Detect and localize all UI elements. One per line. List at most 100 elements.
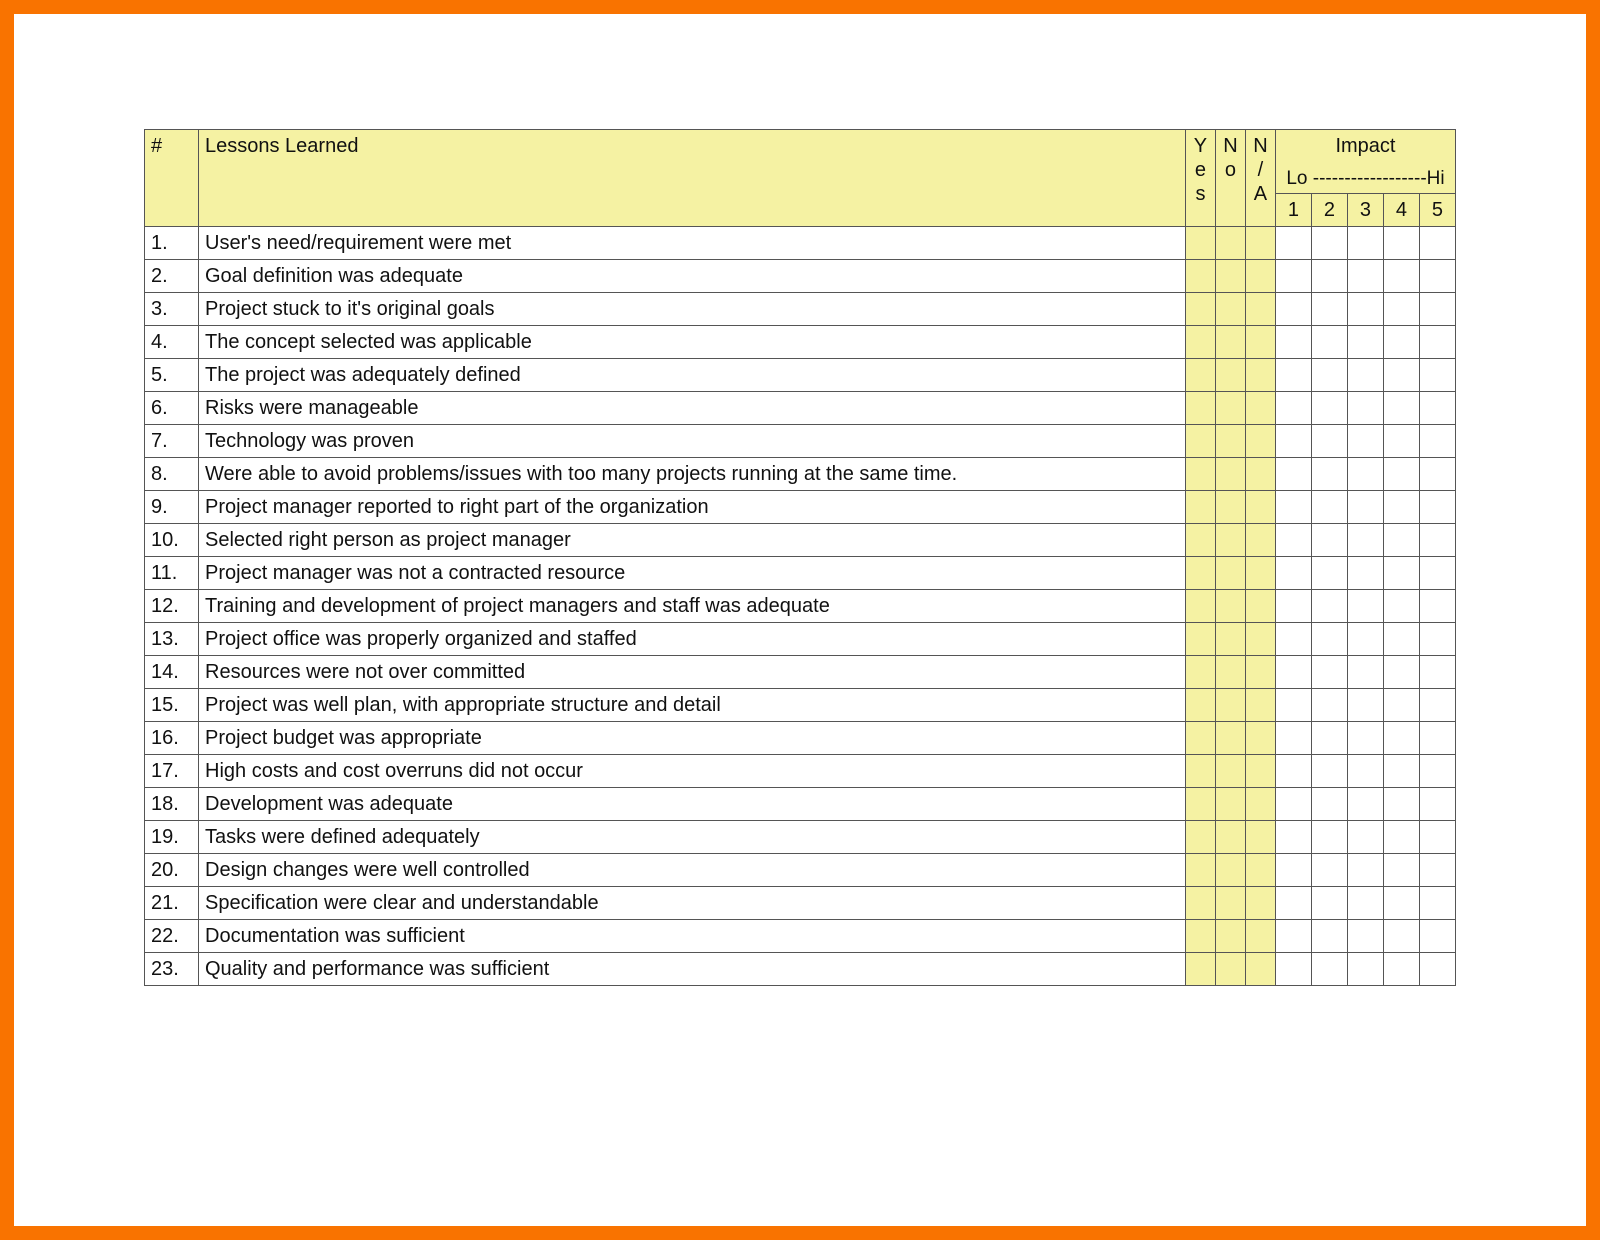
- cell-impact-2[interactable]: [1311, 853, 1347, 886]
- cell-yes[interactable]: [1185, 886, 1215, 919]
- cell-na[interactable]: [1245, 457, 1275, 490]
- cell-impact-1[interactable]: [1275, 787, 1311, 820]
- cell-impact-4[interactable]: [1383, 259, 1419, 292]
- cell-yes[interactable]: [1185, 292, 1215, 325]
- cell-impact-3[interactable]: [1347, 589, 1383, 622]
- cell-yes[interactable]: [1185, 259, 1215, 292]
- cell-impact-2[interactable]: [1311, 622, 1347, 655]
- cell-impact-3[interactable]: [1347, 325, 1383, 358]
- cell-no[interactable]: [1215, 358, 1245, 391]
- cell-impact-5[interactable]: [1419, 886, 1455, 919]
- cell-impact-3[interactable]: [1347, 886, 1383, 919]
- cell-na[interactable]: [1245, 556, 1275, 589]
- cell-yes[interactable]: [1185, 358, 1215, 391]
- cell-no[interactable]: [1215, 556, 1245, 589]
- cell-impact-3[interactable]: [1347, 688, 1383, 721]
- cell-impact-1[interactable]: [1275, 754, 1311, 787]
- cell-na[interactable]: [1245, 325, 1275, 358]
- cell-impact-4[interactable]: [1383, 919, 1419, 952]
- cell-na[interactable]: [1245, 886, 1275, 919]
- cell-impact-4[interactable]: [1383, 523, 1419, 556]
- cell-no[interactable]: [1215, 325, 1245, 358]
- cell-impact-5[interactable]: [1419, 688, 1455, 721]
- cell-impact-2[interactable]: [1311, 556, 1347, 589]
- cell-impact-5[interactable]: [1419, 721, 1455, 754]
- cell-impact-1[interactable]: [1275, 523, 1311, 556]
- cell-impact-4[interactable]: [1383, 622, 1419, 655]
- cell-impact-1[interactable]: [1275, 457, 1311, 490]
- cell-impact-1[interactable]: [1275, 424, 1311, 457]
- cell-impact-4[interactable]: [1383, 490, 1419, 523]
- cell-yes[interactable]: [1185, 754, 1215, 787]
- cell-impact-5[interactable]: [1419, 622, 1455, 655]
- cell-yes[interactable]: [1185, 457, 1215, 490]
- cell-no[interactable]: [1215, 655, 1245, 688]
- cell-impact-4[interactable]: [1383, 589, 1419, 622]
- cell-impact-5[interactable]: [1419, 820, 1455, 853]
- cell-impact-2[interactable]: [1311, 952, 1347, 985]
- cell-impact-3[interactable]: [1347, 556, 1383, 589]
- cell-na[interactable]: [1245, 622, 1275, 655]
- cell-impact-1[interactable]: [1275, 259, 1311, 292]
- cell-impact-5[interactable]: [1419, 787, 1455, 820]
- cell-impact-3[interactable]: [1347, 622, 1383, 655]
- cell-impact-5[interactable]: [1419, 424, 1455, 457]
- cell-impact-3[interactable]: [1347, 952, 1383, 985]
- cell-no[interactable]: [1215, 589, 1245, 622]
- cell-impact-1[interactable]: [1275, 853, 1311, 886]
- cell-no[interactable]: [1215, 919, 1245, 952]
- cell-na[interactable]: [1245, 688, 1275, 721]
- cell-yes[interactable]: [1185, 556, 1215, 589]
- cell-impact-5[interactable]: [1419, 655, 1455, 688]
- cell-no[interactable]: [1215, 952, 1245, 985]
- cell-impact-1[interactable]: [1275, 721, 1311, 754]
- cell-impact-1[interactable]: [1275, 292, 1311, 325]
- cell-impact-3[interactable]: [1347, 853, 1383, 886]
- cell-impact-2[interactable]: [1311, 391, 1347, 424]
- cell-impact-4[interactable]: [1383, 358, 1419, 391]
- cell-impact-5[interactable]: [1419, 292, 1455, 325]
- cell-no[interactable]: [1215, 787, 1245, 820]
- cell-impact-5[interactable]: [1419, 490, 1455, 523]
- cell-no[interactable]: [1215, 292, 1245, 325]
- cell-impact-4[interactable]: [1383, 556, 1419, 589]
- cell-no[interactable]: [1215, 721, 1245, 754]
- cell-impact-3[interactable]: [1347, 292, 1383, 325]
- cell-na[interactable]: [1245, 721, 1275, 754]
- cell-yes[interactable]: [1185, 226, 1215, 259]
- cell-na[interactable]: [1245, 952, 1275, 985]
- cell-impact-2[interactable]: [1311, 292, 1347, 325]
- cell-no[interactable]: [1215, 688, 1245, 721]
- cell-impact-5[interactable]: [1419, 325, 1455, 358]
- cell-na[interactable]: [1245, 754, 1275, 787]
- cell-na[interactable]: [1245, 292, 1275, 325]
- cell-impact-2[interactable]: [1311, 523, 1347, 556]
- cell-impact-3[interactable]: [1347, 754, 1383, 787]
- cell-impact-1[interactable]: [1275, 919, 1311, 952]
- cell-yes[interactable]: [1185, 391, 1215, 424]
- cell-impact-4[interactable]: [1383, 226, 1419, 259]
- cell-impact-4[interactable]: [1383, 292, 1419, 325]
- cell-impact-5[interactable]: [1419, 556, 1455, 589]
- cell-no[interactable]: [1215, 424, 1245, 457]
- cell-impact-2[interactable]: [1311, 655, 1347, 688]
- cell-impact-3[interactable]: [1347, 919, 1383, 952]
- cell-impact-2[interactable]: [1311, 259, 1347, 292]
- cell-no[interactable]: [1215, 622, 1245, 655]
- cell-impact-4[interactable]: [1383, 952, 1419, 985]
- cell-yes[interactable]: [1185, 787, 1215, 820]
- cell-impact-4[interactable]: [1383, 391, 1419, 424]
- cell-impact-1[interactable]: [1275, 589, 1311, 622]
- cell-no[interactable]: [1215, 523, 1245, 556]
- cell-impact-3[interactable]: [1347, 424, 1383, 457]
- cell-impact-2[interactable]: [1311, 424, 1347, 457]
- cell-impact-5[interactable]: [1419, 952, 1455, 985]
- cell-na[interactable]: [1245, 391, 1275, 424]
- cell-na[interactable]: [1245, 919, 1275, 952]
- cell-impact-3[interactable]: [1347, 457, 1383, 490]
- cell-impact-1[interactable]: [1275, 622, 1311, 655]
- cell-impact-1[interactable]: [1275, 688, 1311, 721]
- cell-impact-4[interactable]: [1383, 688, 1419, 721]
- cell-no[interactable]: [1215, 820, 1245, 853]
- cell-na[interactable]: [1245, 226, 1275, 259]
